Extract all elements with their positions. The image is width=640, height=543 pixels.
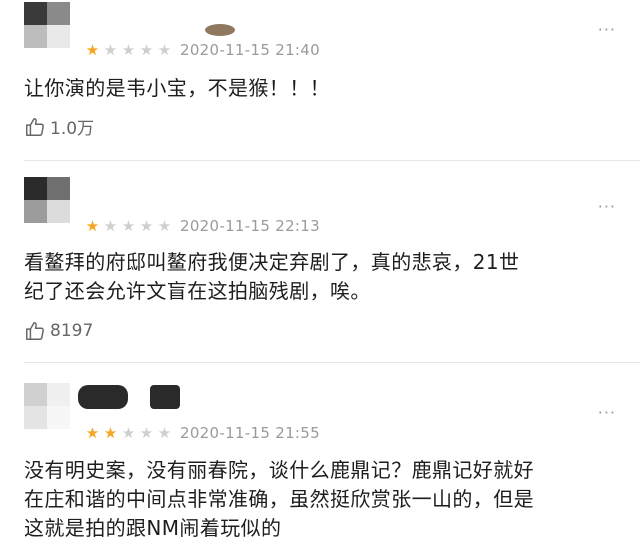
star-empty-icon: ★ xyxy=(139,41,154,59)
review-date: 2020-11-15 21:55 xyxy=(180,424,320,442)
avatar[interactable] xyxy=(24,383,70,429)
like-count: 8197 xyxy=(50,321,94,341)
star-empty-icon: ★ xyxy=(121,217,136,235)
avatar[interactable] xyxy=(24,177,70,223)
thumbs-up-icon xyxy=(26,117,44,136)
username-mask xyxy=(150,385,180,409)
star-empty-icon: ★ xyxy=(157,41,172,59)
like-button[interactable]: 1.0万 xyxy=(24,114,94,139)
thumbs-up-icon xyxy=(26,322,44,340)
review-text-line: 让你演的是韦小宝，不是猴！！！ xyxy=(24,76,330,100)
review-date: 2020-11-15 22:13 xyxy=(180,217,320,235)
more-dots-icon[interactable]: ··· xyxy=(598,403,616,422)
star-filled-icon: ★ xyxy=(85,217,100,235)
more-dots-icon[interactable]: ··· xyxy=(598,197,616,216)
review-text-line: 看鳌拜的府邸叫鳌府我便决定弃剧了，真的悲哀，21世 xyxy=(24,250,520,274)
review-text: 让你演的是韦小宝，不是猴！！！ xyxy=(24,74,614,103)
star-rating: ★ ★ ★ ★ ★ xyxy=(84,219,173,234)
star-empty-icon: ★ xyxy=(121,424,136,442)
star-empty-icon: ★ xyxy=(103,41,118,59)
star-empty-icon: ★ xyxy=(103,217,118,235)
star-empty-icon: ★ xyxy=(139,217,154,235)
review-item: ★ ★ ★ ★ ★ 2020-11-15 21:55 ··· 没有明史案，没有丽春院，谈… xyxy=(0,363,640,541)
star-empty-icon: ★ xyxy=(121,41,136,59)
avatar[interactable] xyxy=(24,2,70,48)
review-text-line: 这就是拍的跟NM闹着玩似的 xyxy=(24,516,282,540)
review-text: 看鳌拜的府邸叫鳌府我便决定弃剧了，真的悲哀，21世 纪了还会允许文盲在这拍脑残剧… xyxy=(24,248,614,306)
star-filled-icon: ★ xyxy=(85,41,100,59)
star-rating: ★ ★ ★ ★ ★ xyxy=(84,426,173,441)
review-text-line: 纪了还会允许文盲在这拍脑残剧，唉。 xyxy=(24,279,371,303)
like-count: 1.0万 xyxy=(50,119,95,139)
username-mask xyxy=(78,385,128,409)
username-mask xyxy=(205,24,235,36)
more-dots-icon[interactable]: ··· xyxy=(598,20,616,39)
review-date: 2020-11-15 21:40 xyxy=(180,41,320,59)
star-filled-icon: ★ xyxy=(85,424,100,442)
star-empty-icon: ★ xyxy=(139,424,154,442)
review-item: ★ ★ ★ ★ ★ 2020-11-15 22:13 ··· 看鳌拜的府邸叫鳌府我便决定… xyxy=(0,161,640,362)
star-filled-icon: ★ xyxy=(103,424,118,442)
like-button[interactable]: 8197 xyxy=(24,320,93,342)
review-text: 没有明史案，没有丽春院，谈什么鹿鼎记？鹿鼎记好就好 在庄和谐的中间点非常准确，虽… xyxy=(24,456,614,543)
star-rating: ★ ★ ★ ★ ★ xyxy=(84,43,173,58)
star-empty-icon: ★ xyxy=(157,217,172,235)
star-empty-icon: ★ xyxy=(157,424,172,442)
review-item: ★ ★ ★ ★ ★ 2020-11-15 21:40 ··· 让你演的是韦小宝，不是猴！… xyxy=(0,0,640,160)
review-text-line: 在庄和谐的中间点非常准确，虽然挺欣赏张一山的，但是 xyxy=(24,487,534,511)
review-text-line: 没有明史案，没有丽春院，谈什么鹿鼎记？鹿鼎记好就好 xyxy=(24,458,534,482)
